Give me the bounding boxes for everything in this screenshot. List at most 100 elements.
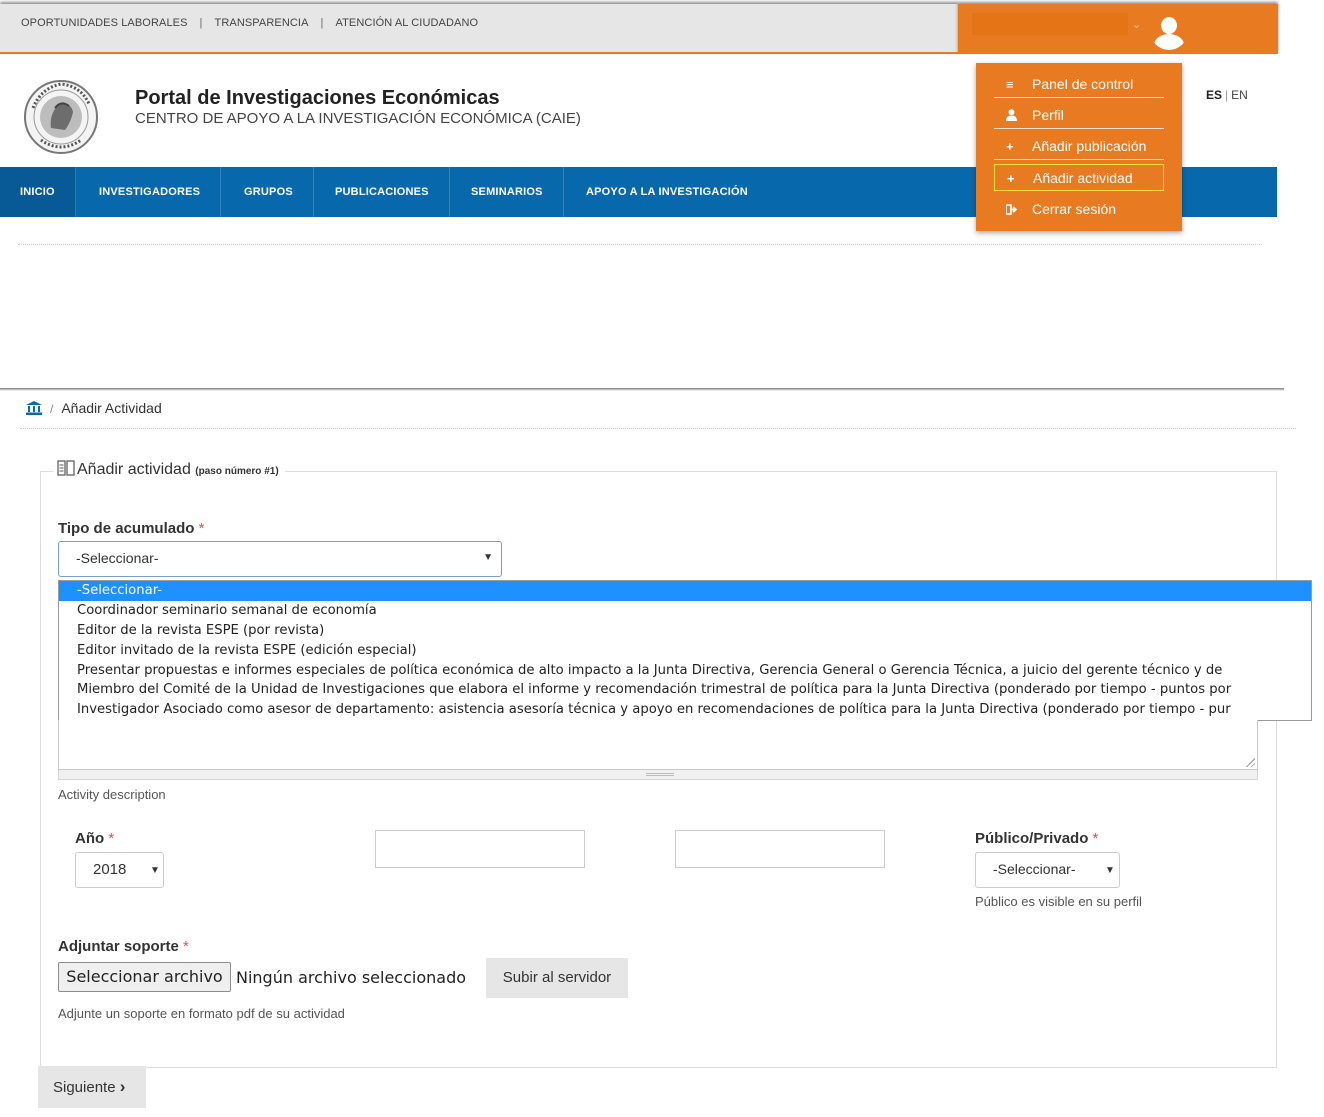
option-item[interactable]: Editor de la revista ESPE (por revista) [59,621,1311,641]
avatar[interactable] [1150,12,1188,50]
required-mark: * [108,830,115,847]
breadcrumb-current: Añadir Actividad [61,400,162,416]
lang-es[interactable]: ES [1206,88,1222,102]
form-legend: Añadir actividad (paso número #1) [53,460,285,481]
menu-item-anadir-publicacion[interactable]: + Añadir publicación [994,133,1164,160]
user-bar: ⌄ [958,4,1278,54]
next-button-label: Siguiente [53,1079,116,1096]
required-mark: * [183,938,189,955]
required-mark: * [198,520,205,537]
portal-title[interactable]: Portal de Investigaciones Económicas [135,87,500,110]
header-section: OPORTUNIDADES LABORALES | TRANSPARENCIA | AT… [0,0,1324,250]
nav-grupos[interactable]: GRUPOS [224,167,314,217]
publico-privado-label: Público/Privado * [975,830,1098,847]
label-text: Año [75,830,105,847]
link-oportunidades[interactable]: OPORTUNIDADES LABORALES [21,17,188,29]
label-text: Adjuntar soporte [58,938,179,955]
menu-item-anadir-actividad[interactable]: + Añadir actividad [994,164,1164,191]
select-value: -Seleccionar- [993,861,1076,877]
tipo-acumulado-select[interactable]: -Seleccionar- ▼ [58,541,502,577]
link-atencion-ciudadano[interactable]: ATENCIÓN AL CIUDADANO [335,17,478,29]
select-file-button[interactable]: Seleccionar archivo [58,962,231,992]
label-text: Tipo de acumulado [58,520,195,537]
nav-apoyo-investigacion[interactable]: APOYO A LA INVESTIGACIÓN [566,167,768,217]
avatar-body [1154,34,1184,50]
publico-privado-select[interactable]: -Seleccionar- ▼ [975,852,1120,888]
divider [20,428,1296,429]
option-item[interactable]: -Seleccionar- [59,581,1311,601]
menu-item-panel-control[interactable]: ≡ Panel de control [994,71,1164,98]
banco-republica-logo[interactable] [21,78,101,156]
file-status: Ningún archivo seleccionado [236,968,467,987]
breadcrumb: / Añadir Actividad [26,400,162,418]
upload-button[interactable]: Subir al servidor [486,958,628,998]
chevron-right-icon: › [119,1077,126,1096]
user-icon [1006,103,1032,129]
menu-item-cerrar-sesion[interactable]: Cerrar sesión [994,196,1164,223]
option-item[interactable]: Editor invitado de la revista ESPE (edic… [59,641,1311,661]
avatar-head [1161,17,1177,34]
option-item[interactable]: Investigador Asociado como asesor de dep… [59,700,1311,720]
link-transparencia[interactable]: TRANSPARENCIA [215,17,309,29]
description-help: Activity description [58,787,166,802]
legend-step: (paso número #1) [195,466,279,477]
lang-separator: | [1225,88,1229,102]
adjuntar-soporte-label: Adjuntar soporte * [58,938,189,955]
tipo-acumulado-options: -Seleccionar- Coordinador seminario sema… [58,580,1312,721]
menu-item-label: Panel de control [1032,76,1134,92]
option-item[interactable]: Coordinador seminario semanal de economí… [59,601,1311,621]
portal-subtitle: CENTRO DE APOYO A LA INVESTIGACIÓN ECONÓ… [135,110,581,127]
plus-icon: + [1006,139,1014,154]
nav-investigadores[interactable]: INVESTIGADORES [79,167,222,217]
drag-handle-icon [646,773,674,776]
utility-bar: OPORTUNIDADES LABORALES | TRANSPARENCIA | AT… [0,4,958,54]
required-mark: * [1092,830,1099,847]
utility-separator: | [199,17,203,29]
nav-seminarios[interactable]: SEMINARIOS [451,167,564,217]
editor-resize-bar[interactable] [58,770,1258,780]
nav-publicaciones[interactable]: PUBLICACIONES [315,167,450,217]
resize-grip-icon[interactable] [1245,757,1255,767]
legend-title: Añadir actividad [77,461,191,478]
utility-separator: | [320,17,324,29]
select-value: -Seleccionar- [76,550,159,566]
date-end-input[interactable] [675,830,885,868]
menu-item-label: Perfil [1032,107,1064,123]
menu-item-label: Añadir publicación [1032,138,1147,154]
menu-item-label: Añadir actividad [1033,170,1133,186]
home-icon[interactable] [26,401,44,418]
utility-links: OPORTUNIDADES LABORALES | TRANSPARENCIA | AT… [21,17,478,29]
chevron-down-icon[interactable]: ⌄ [1132,18,1141,31]
menu-item-label: Cerrar sesión [1032,201,1117,217]
section-shadow [0,388,1284,391]
seal-icon [24,80,98,154]
form-section: / Añadir Actividad Añadir actividad (paso… [0,388,1324,1117]
description-textarea[interactable] [58,720,1258,770]
publico-help: Público es visible en su perfil [975,894,1142,909]
caret-down-icon: ▼ [1105,865,1115,876]
user-dropdown-menu: ≡ Panel de control Perfil + Añadir publica… [976,63,1182,231]
select-value: 2018 [93,861,127,878]
plus-icon: + [1007,171,1015,186]
tipo-acumulado-label: Tipo de acumulado * [58,520,204,537]
book-icon [57,460,77,481]
divider [18,244,1262,245]
menu-item-perfil[interactable]: Perfil [994,102,1164,129]
option-item[interactable]: Miembro del Comité de la Unidad de Inves… [59,680,1311,700]
label-text: Público/Privado [975,830,1089,847]
nav-inicio[interactable]: INICIO [0,167,76,217]
soporte-help: Adjunte un soporte en formato pdf de su … [58,1006,345,1021]
caret-down-icon: ▼ [483,552,493,563]
anio-label: Año * [75,830,114,847]
date-start-input[interactable] [375,830,585,868]
next-button[interactable]: Siguiente › [38,1066,146,1108]
breadcrumb-separator: / [50,402,54,416]
option-item[interactable]: Presentar propuestas e informes especial… [59,661,1311,681]
user-name-redacted [972,13,1128,35]
sign-out-icon [1005,197,1032,223]
lang-en[interactable]: EN [1231,88,1248,102]
language-switcher: ES | EN [1206,88,1248,102]
caret-down-icon: ▼ [150,865,160,876]
anio-select[interactable]: 2018 ▼ [75,852,164,888]
list-icon: ≡ [1006,77,1014,92]
